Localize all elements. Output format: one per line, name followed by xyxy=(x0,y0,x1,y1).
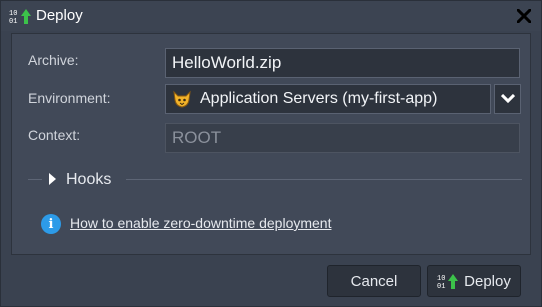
caret-right-icon[interactable] xyxy=(48,173,57,185)
deploy-button[interactable]: 10 01 Deploy xyxy=(427,265,521,297)
divider-line xyxy=(28,179,42,180)
hooks-section[interactable]: Hooks xyxy=(28,170,522,190)
environment-dropdown-button[interactable] xyxy=(494,84,521,114)
deploy-form-panel: Archive: HelloWorld.zip Environment: App… xyxy=(11,33,531,255)
tomcat-icon xyxy=(173,90,191,108)
svg-text:10: 10 xyxy=(9,10,17,18)
divider-line xyxy=(126,179,522,180)
environment-select[interactable]: Application Servers (my-first-app) xyxy=(165,84,521,114)
svg-text:01: 01 xyxy=(437,283,445,290)
close-icon xyxy=(517,9,531,23)
hooks-label[interactable]: Hooks xyxy=(66,171,111,189)
close-button[interactable] xyxy=(513,5,535,27)
environment-value: Application Servers (my-first-app) xyxy=(200,90,438,107)
archive-value: HelloWorld.zip xyxy=(172,53,282,72)
binary-deploy-icon: 10 01 xyxy=(9,9,31,25)
environment-label: Environment: xyxy=(28,90,111,106)
zero-downtime-help-link[interactable]: How to enable zero-downtime deployment xyxy=(70,215,331,231)
archive-label: Archive: xyxy=(28,52,79,68)
binary-deploy-icon: 10 01 xyxy=(437,274,459,290)
context-value: ROOT xyxy=(172,128,222,147)
window-title: Deploy xyxy=(36,7,83,24)
deploy-dialog: 10 01 Deploy Archive: HelloWorld.zip Env… xyxy=(0,0,542,307)
archive-field[interactable]: HelloWorld.zip xyxy=(165,48,520,78)
cancel-button[interactable]: Cancel xyxy=(327,265,421,297)
environment-select-box[interactable]: Application Servers (my-first-app) xyxy=(165,84,491,114)
cancel-button-label: Cancel xyxy=(350,272,398,290)
info-icon: i xyxy=(41,214,61,234)
context-field[interactable]: ROOT xyxy=(165,123,520,153)
svg-text:10: 10 xyxy=(437,275,445,283)
svg-text:01: 01 xyxy=(9,18,17,25)
deploy-button-label: Deploy xyxy=(464,272,511,290)
chevron-down-icon xyxy=(500,94,515,104)
context-label: Context: xyxy=(28,127,81,143)
title-bar: 10 01 Deploy xyxy=(1,1,541,31)
